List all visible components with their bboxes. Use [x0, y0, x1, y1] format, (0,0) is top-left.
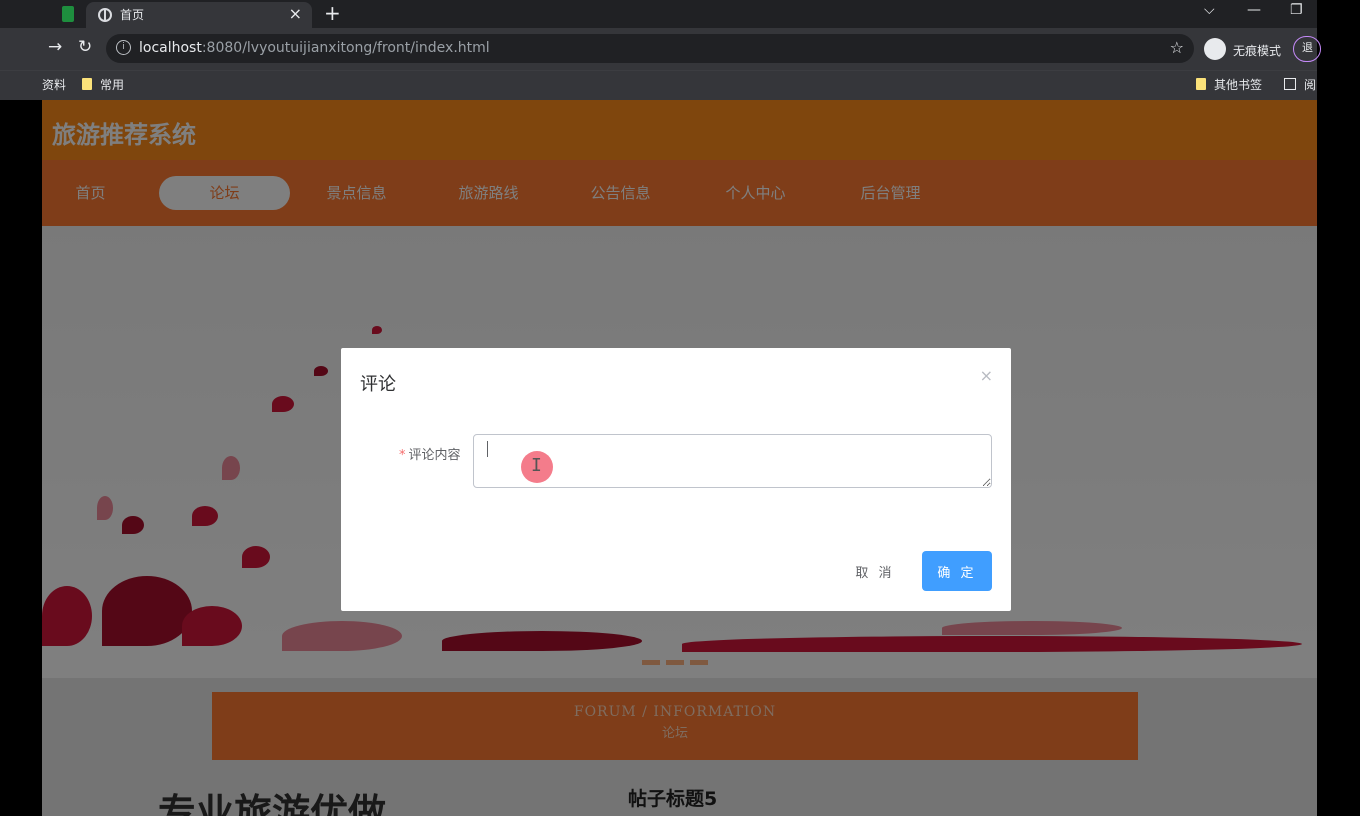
browser-toolbar: → ↻ i localhost:8080/lvyoutuijianxitong/…	[0, 28, 1321, 70]
comment-label-text: 评论内容	[408, 448, 461, 463]
forward-icon[interactable]: →	[48, 37, 62, 57]
web-page: 旅游推荐系统 首页 论坛 景点信息 旅游路线 公告信息 个人中心 后台管理	[42, 100, 1317, 816]
tab-home[interactable]: 首页 ×	[86, 2, 312, 28]
comment-field-label: * 评论内容	[399, 444, 461, 463]
profile-button[interactable]: 退	[1293, 36, 1321, 62]
bookmark-folder-label: 常用	[100, 78, 125, 92]
folder-icon	[82, 78, 92, 90]
dialog-title: 评论	[360, 374, 396, 395]
ibeam-cursor-icon: I	[531, 455, 542, 476]
comment-dialog: 评论 × * 评论内容 I 取 消 确 定	[341, 348, 1011, 611]
screen: 首页 × + ⌵ — ❐ → ↻ i localhost:8080/lvyout…	[0, 0, 1360, 816]
confirm-button[interactable]: 确 定	[922, 551, 992, 591]
cancel-button[interactable]: 取 消	[837, 551, 913, 591]
reload-icon[interactable]: ↻	[78, 37, 92, 57]
info-icon[interactable]: i	[116, 40, 131, 55]
bookmark-folder-common[interactable]: 常用	[82, 76, 124, 93]
text-caret	[487, 441, 488, 457]
url-host: localhost	[139, 40, 202, 56]
minimize-icon[interactable]: —	[1247, 2, 1261, 18]
restore-icon[interactable]: ❐	[1290, 2, 1303, 18]
tab-title: 首页	[120, 8, 145, 22]
reading-list-label: 阅	[1304, 78, 1317, 92]
pinned-tab-sheets[interactable]	[56, 4, 80, 24]
url-text: localhost:8080/lvyoutuijianxitong/front/…	[139, 40, 490, 56]
incognito-icon[interactable]	[1204, 38, 1226, 60]
bookmark-other-label: 其他书签	[1214, 78, 1263, 92]
tab-close-icon[interactable]: ×	[289, 4, 302, 23]
required-mark: *	[399, 448, 406, 463]
close-icon[interactable]: ×	[980, 366, 993, 385]
bookmarks-bar: 资料 常用 其他书签 阅	[0, 70, 1317, 100]
bookmark-partial[interactable]: 资料	[42, 76, 66, 93]
folder-icon	[1196, 78, 1206, 90]
url-path: :8080/lvyoutuijianxitong/front/index.htm…	[201, 40, 490, 56]
chevron-down-icon[interactable]: ⌵	[1204, 2, 1215, 18]
star-icon[interactable]: ☆	[1170, 38, 1184, 57]
new-tab-button[interactable]: +	[324, 1, 341, 25]
reading-list-icon	[1284, 78, 1296, 90]
sheets-icon	[62, 6, 74, 22]
incognito-label[interactable]: 无痕模式	[1233, 42, 1281, 59]
tab-strip: 首页 × + ⌵ — ❐	[0, 0, 1317, 28]
address-bar[interactable]: i localhost:8080/lvyoutuijianxitong/fron…	[106, 34, 1194, 63]
bookmark-folder-other[interactable]: 其他书签	[1196, 76, 1262, 93]
globe-icon	[98, 8, 112, 22]
reading-list[interactable]: 阅	[1284, 76, 1316, 93]
